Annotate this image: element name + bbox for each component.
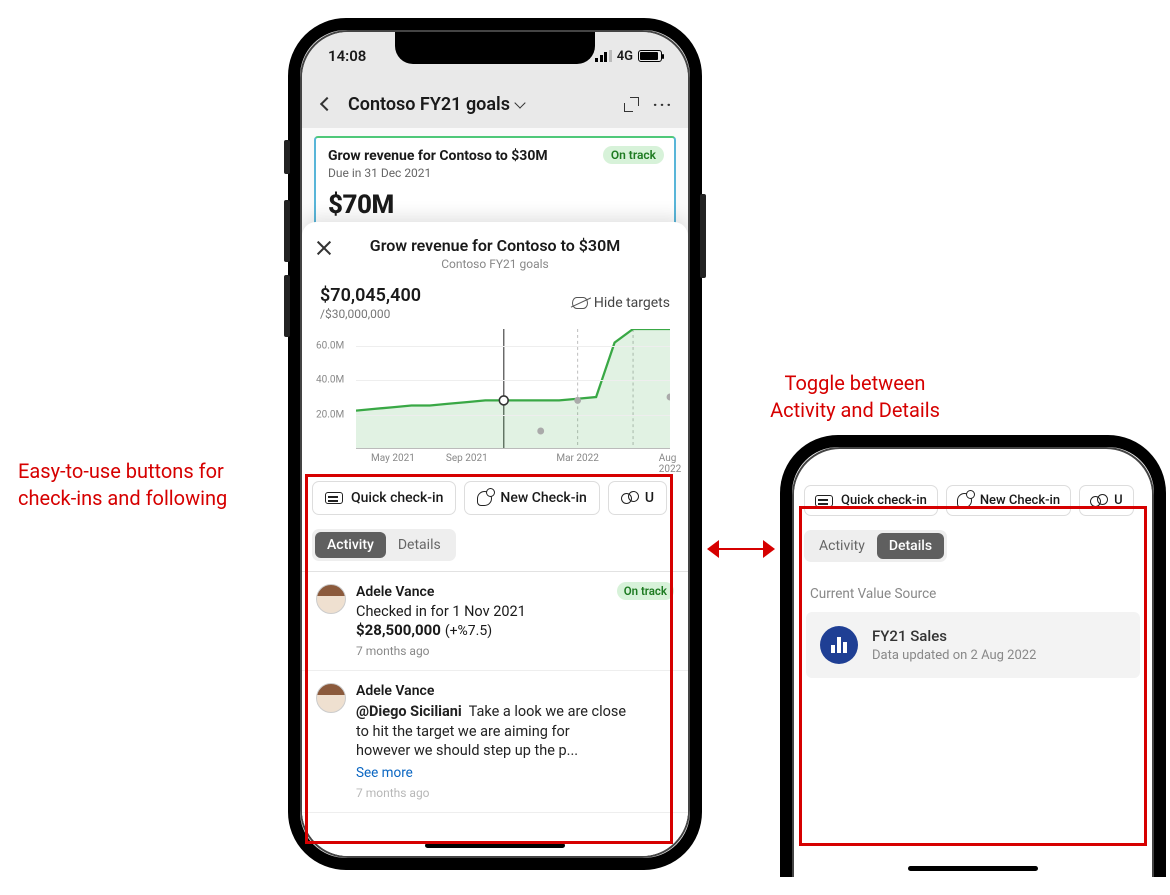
goal-due: Due in 31 Dec 2021	[328, 166, 662, 180]
eye-off-icon	[572, 297, 588, 309]
side-button-volup	[284, 200, 290, 262]
annotation-checkins: Easy-to-use buttons for check-ins and fo…	[18, 458, 278, 512]
scorecard-picker[interactable]: Contoso FY21 goals	[348, 94, 610, 115]
double-arrow-icon	[702, 540, 780, 558]
phone-frame-main: 14:08 4G Contoso FY21 goals ··· Grow rev…	[288, 18, 702, 870]
quick-checkin-button[interactable]: Quick check-in	[804, 485, 938, 516]
new-checkin-label: New Check-in	[980, 493, 1060, 508]
tab-details[interactable]: Details	[877, 533, 944, 559]
avatar	[316, 683, 346, 713]
side-button-silent	[284, 140, 290, 174]
avatar	[316, 584, 346, 614]
see-more-link[interactable]: See more	[356, 765, 674, 781]
activity-mention[interactable]: @Diego Siciliani	[356, 703, 462, 720]
phone-notch	[395, 32, 595, 64]
action-row: Quick check-in New Check-in U	[302, 471, 688, 525]
hide-targets-label: Hide targets	[594, 295, 670, 311]
activity-percent: (+%7.5)	[445, 623, 492, 639]
annotation-toggle: Toggle betweenActivity and Details	[725, 370, 985, 424]
quick-checkin-icon	[325, 492, 343, 504]
new-checkin-label: New Check-in	[500, 490, 586, 506]
activity-timeago: 7 months ago	[356, 644, 674, 658]
tab-activity[interactable]: Activity	[315, 532, 386, 558]
activity-timeago: 7 months ago	[356, 786, 674, 800]
activity-item[interactable]: Adele Vance @Diego Siciliani Take a look…	[302, 671, 688, 813]
quick-checkin-icon	[815, 495, 833, 507]
more-button[interactable]: ···	[652, 93, 674, 115]
follow-label-truncated: U	[1114, 493, 1123, 508]
follow-button[interactable]: U	[608, 481, 667, 515]
follow-button[interactable]: U	[1079, 485, 1134, 516]
activity-list[interactable]: Adele Vance Checked in for 1 Nov 2021 $2…	[302, 572, 688, 856]
goal-card[interactable]: Grow revenue for Contoso to $30M Due in …	[314, 136, 676, 232]
follow-label-truncated: U	[645, 490, 654, 506]
side-button-voldown	[284, 275, 290, 337]
tab-row: Activity Details	[794, 526, 1152, 572]
appbar-title-text: Contoso FY21 goals	[348, 94, 510, 115]
status-badge: On track	[603, 146, 664, 164]
chevron-down-icon	[514, 97, 525, 108]
activity-value: $28,500,000	[356, 621, 441, 639]
network-label: 4G	[617, 49, 633, 64]
sheet-title: Grow revenue for Contoso to $30M	[316, 236, 674, 255]
source-updated: Data updated on 2 Aug 2022	[872, 648, 1036, 663]
source-name: FY21 Sales	[872, 627, 1036, 645]
target-value: /$30,000,000	[320, 307, 421, 321]
current-value-source-label: Current Value Source	[794, 572, 1152, 610]
new-checkin-button[interactable]: New Check-in	[464, 481, 599, 515]
tab-row: Activity Details	[302, 525, 688, 572]
activity-status-badge: On track	[617, 582, 674, 600]
home-indicator[interactable]	[908, 866, 1038, 871]
current-value: $70,045,400	[320, 285, 421, 306]
action-row: Quick check-in New Check-in U	[794, 479, 1152, 526]
close-button[interactable]	[316, 240, 332, 256]
quick-checkin-button[interactable]: Quick check-in	[312, 481, 456, 515]
expand-button[interactable]	[620, 93, 642, 115]
tab-details[interactable]: Details	[386, 532, 453, 558]
new-checkin-icon	[477, 491, 492, 506]
tab-activity[interactable]: Activity	[807, 533, 877, 559]
battery-icon	[638, 50, 662, 62]
chart-area[interactable]: 20.0M40.0M60.0M May 2021Sep 2021Mar 2022…	[302, 321, 688, 471]
new-checkin-button[interactable]: New Check-in	[946, 485, 1071, 516]
chevron-left-icon	[320, 97, 334, 111]
hide-targets-button[interactable]: Hide targets	[572, 295, 670, 311]
status-time: 14:08	[328, 47, 366, 65]
side-button-right	[700, 194, 706, 278]
back-button[interactable]	[316, 93, 338, 115]
activity-msg-1: Take a look we are close	[469, 703, 626, 720]
activity-headline: Checked in for 1 Nov 2021	[356, 603, 674, 620]
quick-checkin-label: Quick check-in	[351, 490, 443, 506]
activity-item[interactable]: Adele Vance Checked in for 1 Nov 2021 $2…	[302, 572, 688, 671]
home-indicator[interactable]	[425, 843, 565, 848]
signal-icon	[595, 50, 612, 62]
follow-icon	[1090, 494, 1106, 508]
current-value-source-card[interactable]: FY21 Sales Data updated on 2 Aug 2022	[806, 612, 1140, 678]
activity-msg-2: to hit the target we are aiming for	[356, 723, 570, 740]
quick-checkin-label: Quick check-in	[841, 493, 927, 508]
goal-detail-sheet: Grow revenue for Contoso to $30M Contoso…	[302, 222, 688, 856]
follow-icon	[621, 491, 637, 505]
activity-msg-3: however we should step up the p...	[356, 742, 578, 759]
value-block: $70,045,400 /$30,000,000	[320, 285, 421, 321]
phone-frame-details: Quick check-in New Check-in U Activity D…	[780, 435, 1166, 877]
activity-author: Adele Vance	[356, 683, 674, 699]
new-checkin-icon	[957, 493, 972, 508]
app-bar: Contoso FY21 goals ···	[302, 80, 688, 128]
expand-icon	[624, 97, 639, 112]
status-right: 4G	[595, 49, 662, 64]
goal-big-value: $70M	[328, 190, 662, 220]
sheet-subtitle: Contoso FY21 goals	[316, 257, 674, 271]
dataset-icon	[820, 626, 858, 664]
